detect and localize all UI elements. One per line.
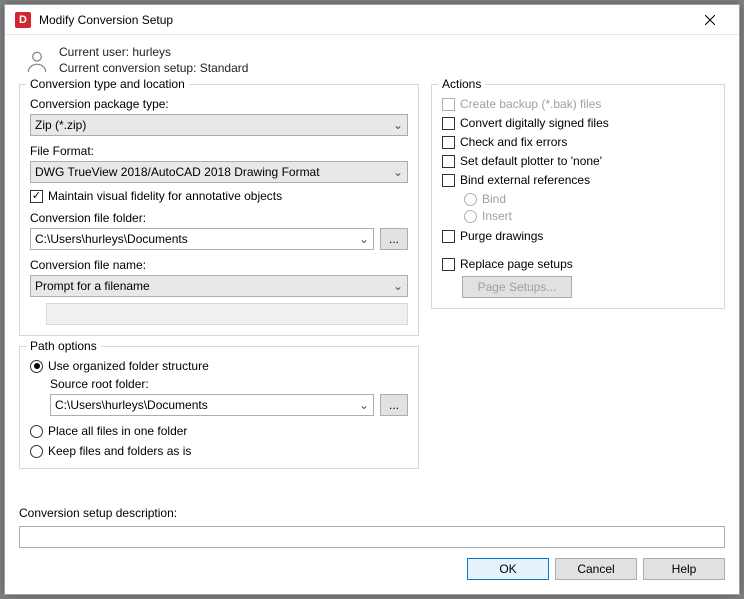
keep-as-is-radio[interactable] [30, 445, 43, 458]
insert-radio [464, 210, 477, 223]
maintain-fidelity-label: Maintain visual fidelity for annotative … [48, 189, 282, 203]
conversion-filename-label: Conversion file name: [30, 258, 408, 272]
set-plotter-label: Set default plotter to 'none' [460, 154, 602, 168]
bind-radio [464, 193, 477, 206]
conversion-type-group: Conversion type and location Conversion … [19, 84, 419, 336]
browse-source-root-button[interactable]: ... [380, 394, 408, 416]
dialog-footer: OK Cancel Help [5, 548, 739, 594]
check-fix-checkbox[interactable] [442, 136, 455, 149]
conversion-folder-label: Conversion file folder: [30, 211, 408, 225]
organized-folder-radio[interactable] [30, 360, 43, 373]
insert-radio-label: Insert [482, 209, 512, 223]
close-button[interactable] [689, 6, 731, 34]
bind-radio-label: Bind [482, 192, 506, 206]
bind-external-checkbox[interactable] [442, 174, 455, 187]
one-folder-radio[interactable] [30, 425, 43, 438]
bind-external-label: Bind external references [460, 173, 590, 187]
conversion-folder-select[interactable]: C:\Users\hurleys\Documents ⌄ [30, 228, 374, 250]
path-options-group: Path options Use organized folder struct… [19, 346, 419, 469]
create-backup-checkbox [442, 98, 455, 111]
page-setups-button: Page Setups... [462, 276, 572, 298]
user-avatar-icon [23, 47, 51, 75]
chevron-down-icon: ⌄ [393, 165, 403, 179]
conversion-filename-input [46, 303, 408, 325]
one-folder-label: Place all files in one folder [48, 424, 187, 438]
convert-signed-label: Convert digitally signed files [460, 116, 609, 130]
titlebar: D Modify Conversion Setup [5, 5, 739, 35]
purge-label: Purge drawings [460, 229, 543, 243]
file-format-label: File Format: [30, 144, 408, 158]
maintain-fidelity-checkbox[interactable] [30, 190, 43, 203]
close-icon [705, 15, 715, 25]
cancel-button[interactable]: Cancel [555, 558, 637, 580]
current-user-label: Current user: hurleys [59, 45, 248, 61]
app-icon: D [15, 12, 31, 28]
help-button[interactable]: Help [643, 558, 725, 580]
path-options-legend: Path options [26, 339, 101, 353]
browse-folder-button[interactable]: ... [380, 228, 408, 250]
conversion-filename-select[interactable]: Prompt for a filename ⌄ [30, 275, 408, 297]
source-root-select[interactable]: C:\Users\hurleys\Documents ⌄ [50, 394, 374, 416]
chevron-down-icon: ⌄ [393, 279, 403, 293]
check-fix-label: Check and fix errors [460, 135, 567, 149]
source-root-label: Source root folder: [50, 377, 408, 391]
modify-conversion-setup-dialog: D Modify Conversion Setup Current user: … [4, 4, 740, 595]
ok-button[interactable]: OK [467, 558, 549, 580]
replace-page-setups-label: Replace page setups [460, 257, 573, 271]
chevron-down-icon: ⌄ [359, 232, 369, 246]
user-info-row: Current user: hurleys Current conversion… [23, 45, 725, 76]
keep-as-is-label: Keep files and folders as is [48, 444, 191, 458]
create-backup-label: Create backup (*.bak) files [460, 97, 601, 111]
actions-legend: Actions [438, 77, 485, 91]
chevron-down-icon: ⌄ [393, 118, 403, 132]
conversion-type-legend: Conversion type and location [26, 77, 189, 91]
organized-folder-label: Use organized folder structure [48, 359, 209, 373]
purge-checkbox[interactable] [442, 230, 455, 243]
set-plotter-checkbox[interactable] [442, 155, 455, 168]
replace-page-setups-checkbox[interactable] [442, 258, 455, 271]
package-type-select[interactable]: Zip (*.zip) ⌄ [30, 114, 408, 136]
window-title: Modify Conversion Setup [39, 13, 689, 27]
chevron-down-icon: ⌄ [359, 398, 369, 412]
file-format-select[interactable]: DWG TrueView 2018/AutoCAD 2018 Drawing F… [30, 161, 408, 183]
current-setup-label: Current conversion setup: Standard [59, 61, 248, 77]
actions-group: Actions Create backup (*.bak) files Conv… [431, 84, 725, 309]
description-input[interactable] [19, 526, 725, 548]
description-label: Conversion setup description: [19, 506, 725, 520]
description-section: Conversion setup description: [19, 506, 725, 548]
package-type-label: Conversion package type: [30, 97, 408, 111]
convert-signed-checkbox[interactable] [442, 117, 455, 130]
